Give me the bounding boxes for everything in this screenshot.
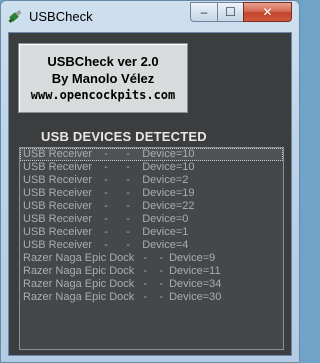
device-list-item[interactable]: USB Receiver - - Device=0 — [20, 213, 283, 226]
close-button[interactable]: ✕ — [243, 2, 292, 22]
app-version: USBCheck ver 2.0 — [47, 54, 159, 69]
client-area: USBCheck ver 2.0 By Manolo Vélez www.ope… — [8, 32, 292, 356]
device-list-item[interactable]: USB Receiver - - Device=2 — [20, 174, 283, 187]
device-list-item[interactable]: Razer Naga Epic Dock - - Device=9 — [20, 252, 283, 265]
device-list-item[interactable]: USB Receiver - - Device=19 — [20, 187, 283, 200]
author: By Manolo Vélez — [51, 71, 155, 86]
usbcheck-window: USBCheck – ☐ ✕ USBCheck ver 2.0 By Manol… — [0, 0, 300, 363]
usb-plug-icon — [8, 8, 24, 24]
device-list-item[interactable]: Razer Naga Epic Dock - - Device=34 — [20, 278, 283, 291]
title-bar[interactable]: USBCheck – ☐ ✕ — [1, 1, 299, 32]
website: www.opencockpits.com — [30, 88, 176, 102]
device-list-item[interactable]: USB Receiver - - Device=10 — [20, 148, 283, 161]
device-list-item[interactable]: USB Receiver - - Device=22 — [20, 200, 283, 213]
devices-heading: USB DEVICES DETECTED — [41, 129, 207, 144]
device-listbox[interactable]: USB Receiver - - Device=10 USB Receiver -… — [19, 147, 284, 350]
window-title: USBCheck — [29, 9, 93, 24]
maximize-icon: ☐ — [225, 5, 236, 19]
device-list-item[interactable]: USB Receiver - - Device=1 — [20, 226, 283, 239]
minimize-icon: – — [200, 5, 208, 19]
maximize-button[interactable]: ☐ — [217, 2, 243, 22]
minimize-button[interactable]: – — [190, 2, 217, 22]
info-box: USBCheck ver 2.0 By Manolo Vélez www.ope… — [18, 43, 188, 113]
close-icon: ✕ — [262, 5, 273, 19]
device-list-item[interactable]: Razer Naga Epic Dock - - Device=30 — [20, 291, 283, 304]
device-list-item[interactable]: USB Receiver - - Device=4 — [20, 239, 283, 252]
device-list-item[interactable]: Razer Naga Epic Dock - - Device=11 — [20, 265, 283, 278]
device-list-item[interactable]: USB Receiver - - Device=10 — [20, 161, 283, 174]
